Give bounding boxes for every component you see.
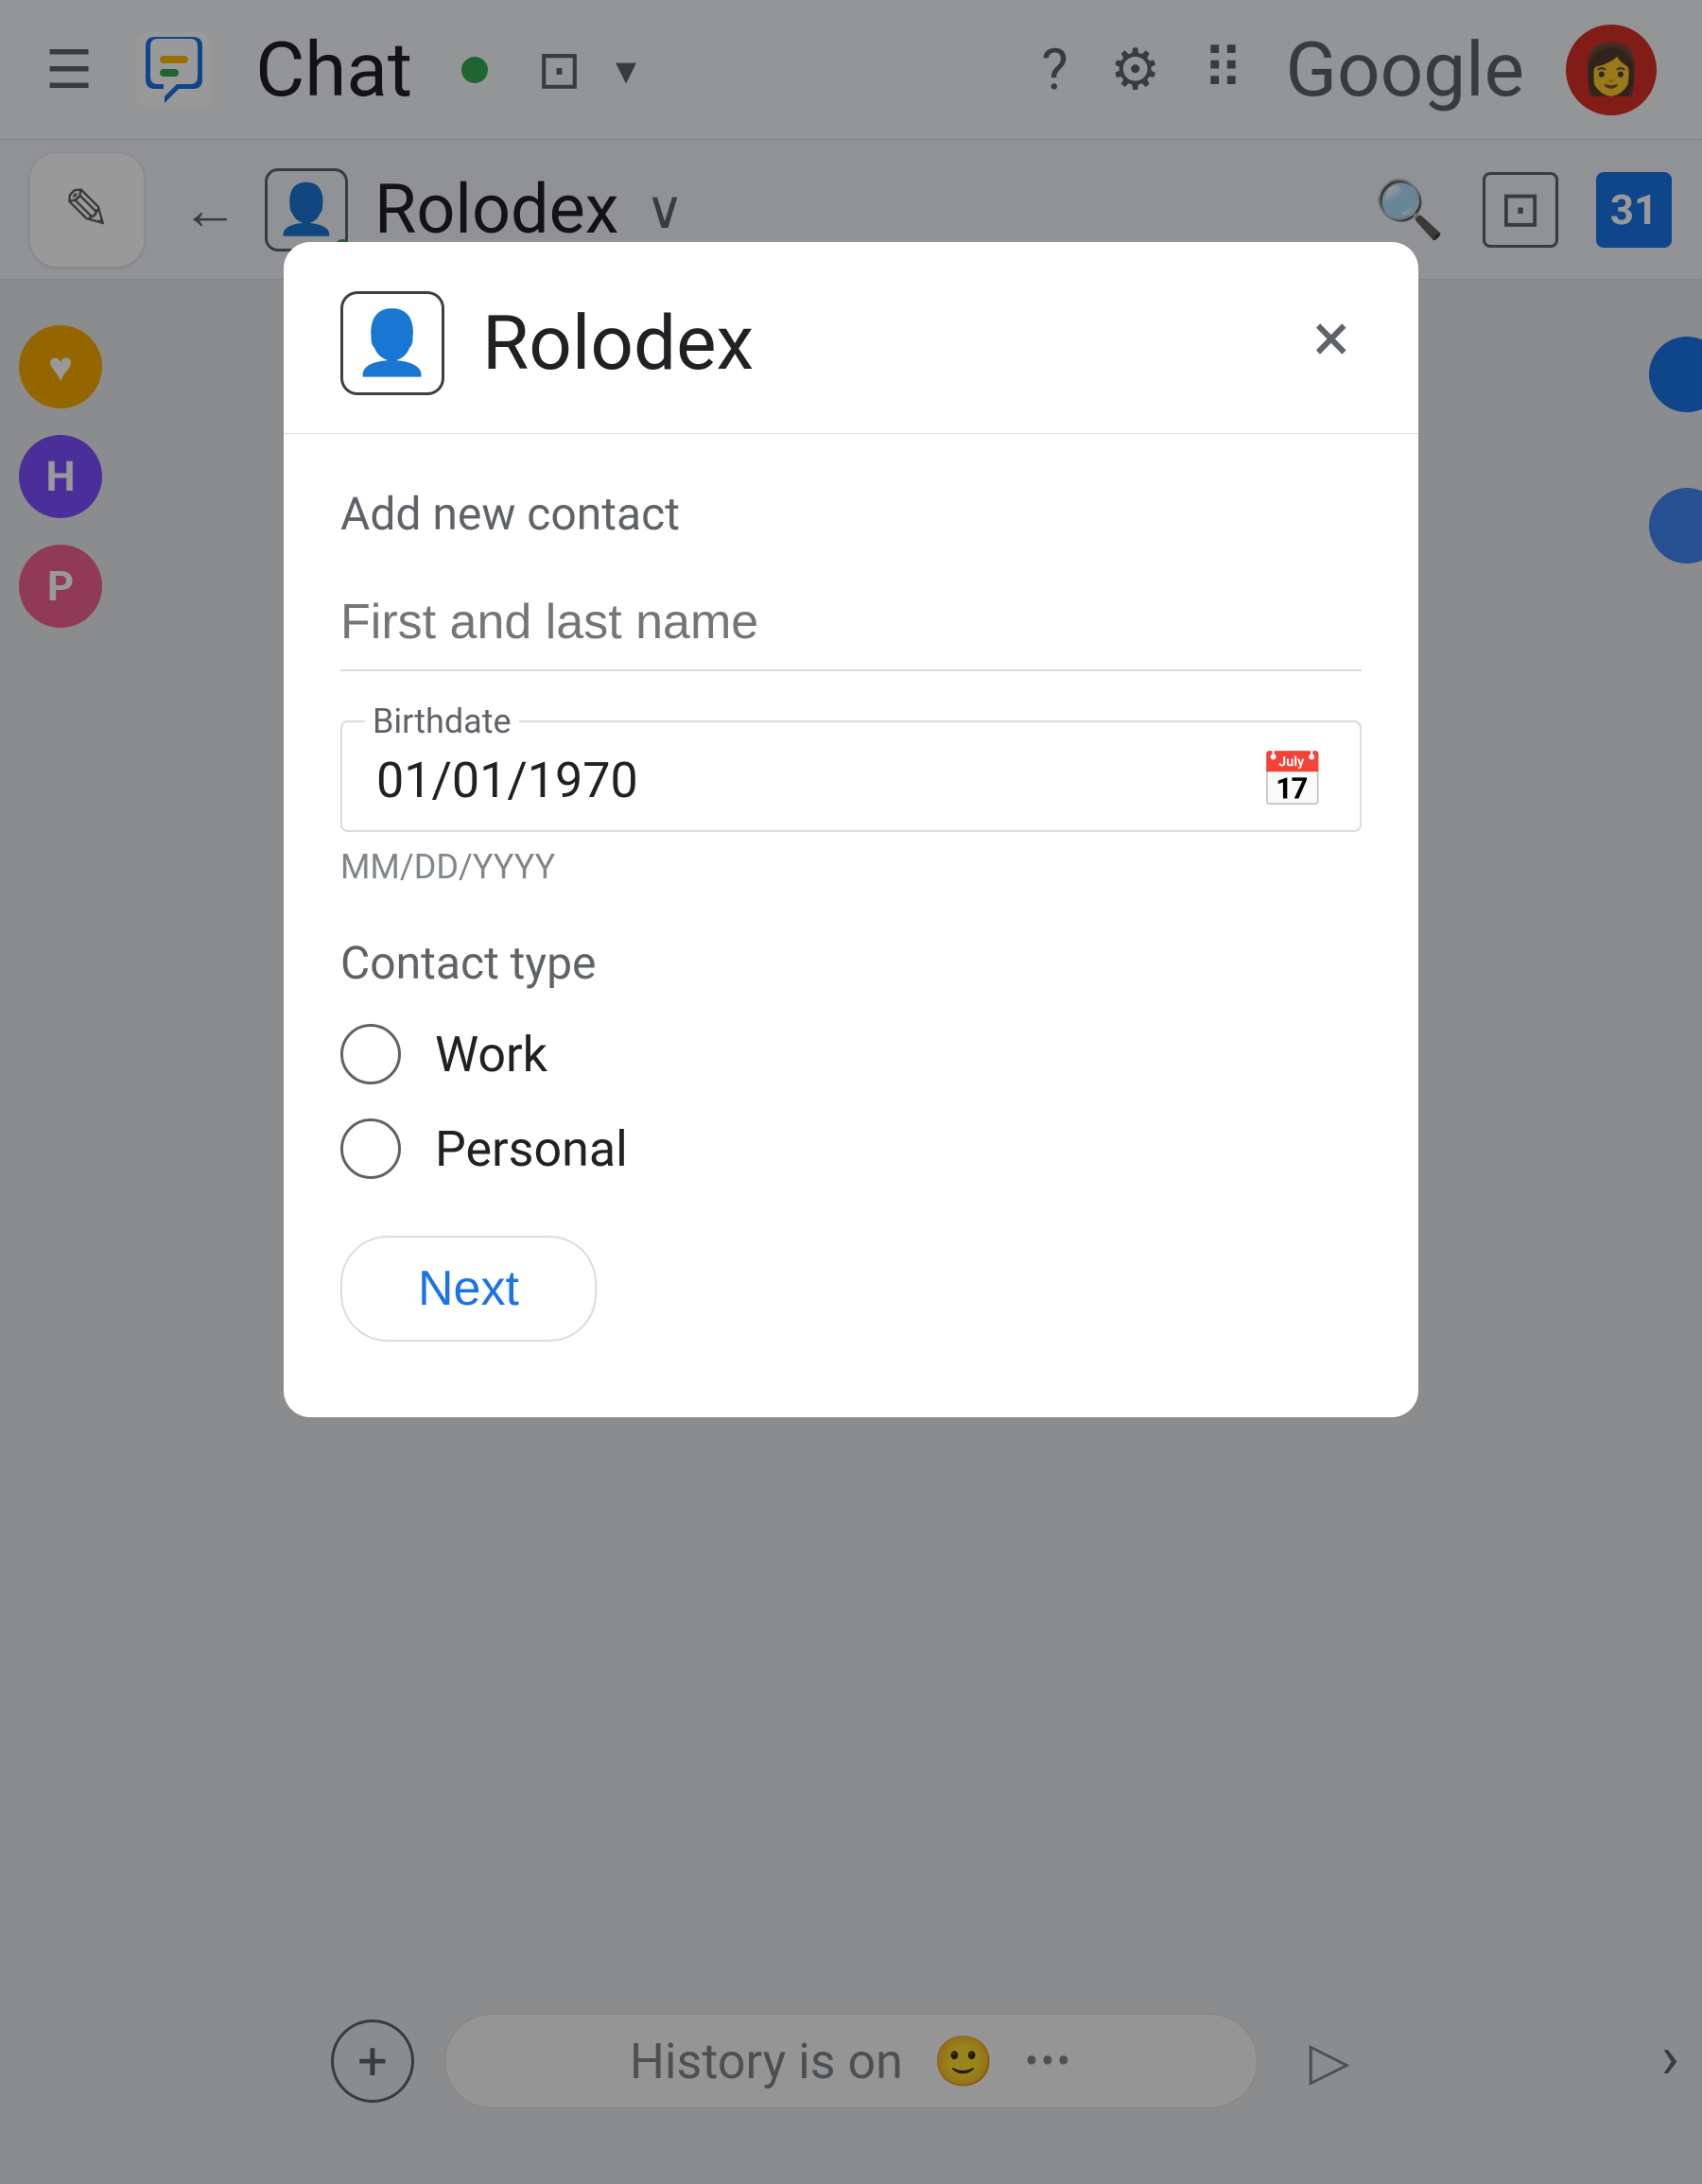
radio-work-label: Work bbox=[435, 1026, 547, 1083]
close-button[interactable]: × bbox=[1294, 300, 1369, 375]
radio-personal-label: Personal bbox=[435, 1120, 628, 1178]
close-icon: × bbox=[1313, 298, 1349, 378]
contact-person-icon: 👤 bbox=[354, 307, 431, 380]
name-input[interactable] bbox=[340, 575, 1362, 671]
radio-work-circle[interactable] bbox=[340, 1024, 401, 1084]
birthdate-field: Birthdate 01/01/1970 📅 bbox=[340, 720, 1362, 832]
format-hint: MM/DD/YYYY bbox=[340, 847, 1362, 887]
next-button[interactable]: Next bbox=[340, 1236, 597, 1342]
section-label: Add new contact bbox=[340, 487, 1362, 541]
modal-title: Rolodex bbox=[482, 299, 754, 388]
radio-work[interactable]: Work bbox=[340, 1024, 1362, 1084]
birthdate-value[interactable]: 01/01/1970 bbox=[376, 752, 638, 809]
birthdate-input-row: 01/01/1970 📅 bbox=[376, 749, 1326, 811]
modal-body: Add new contact Birthdate 01/01/1970 📅 M… bbox=[284, 434, 1418, 1417]
calendar-picker-icon[interactable]: 📅 bbox=[1259, 749, 1326, 811]
rolodex-modal: 👤 Rolodex × Add new contact Birthdate 01… bbox=[284, 242, 1418, 1417]
contact-type-group: Work Personal bbox=[340, 1024, 1362, 1179]
birthdate-label: Birthdate bbox=[365, 702, 519, 741]
contact-type-label: Contact type bbox=[340, 936, 1362, 990]
modal-header: 👤 Rolodex × bbox=[284, 242, 1418, 434]
radio-personal-circle[interactable] bbox=[340, 1118, 401, 1179]
modal-logo: 👤 bbox=[340, 291, 444, 395]
radio-personal[interactable]: Personal bbox=[340, 1118, 1362, 1179]
